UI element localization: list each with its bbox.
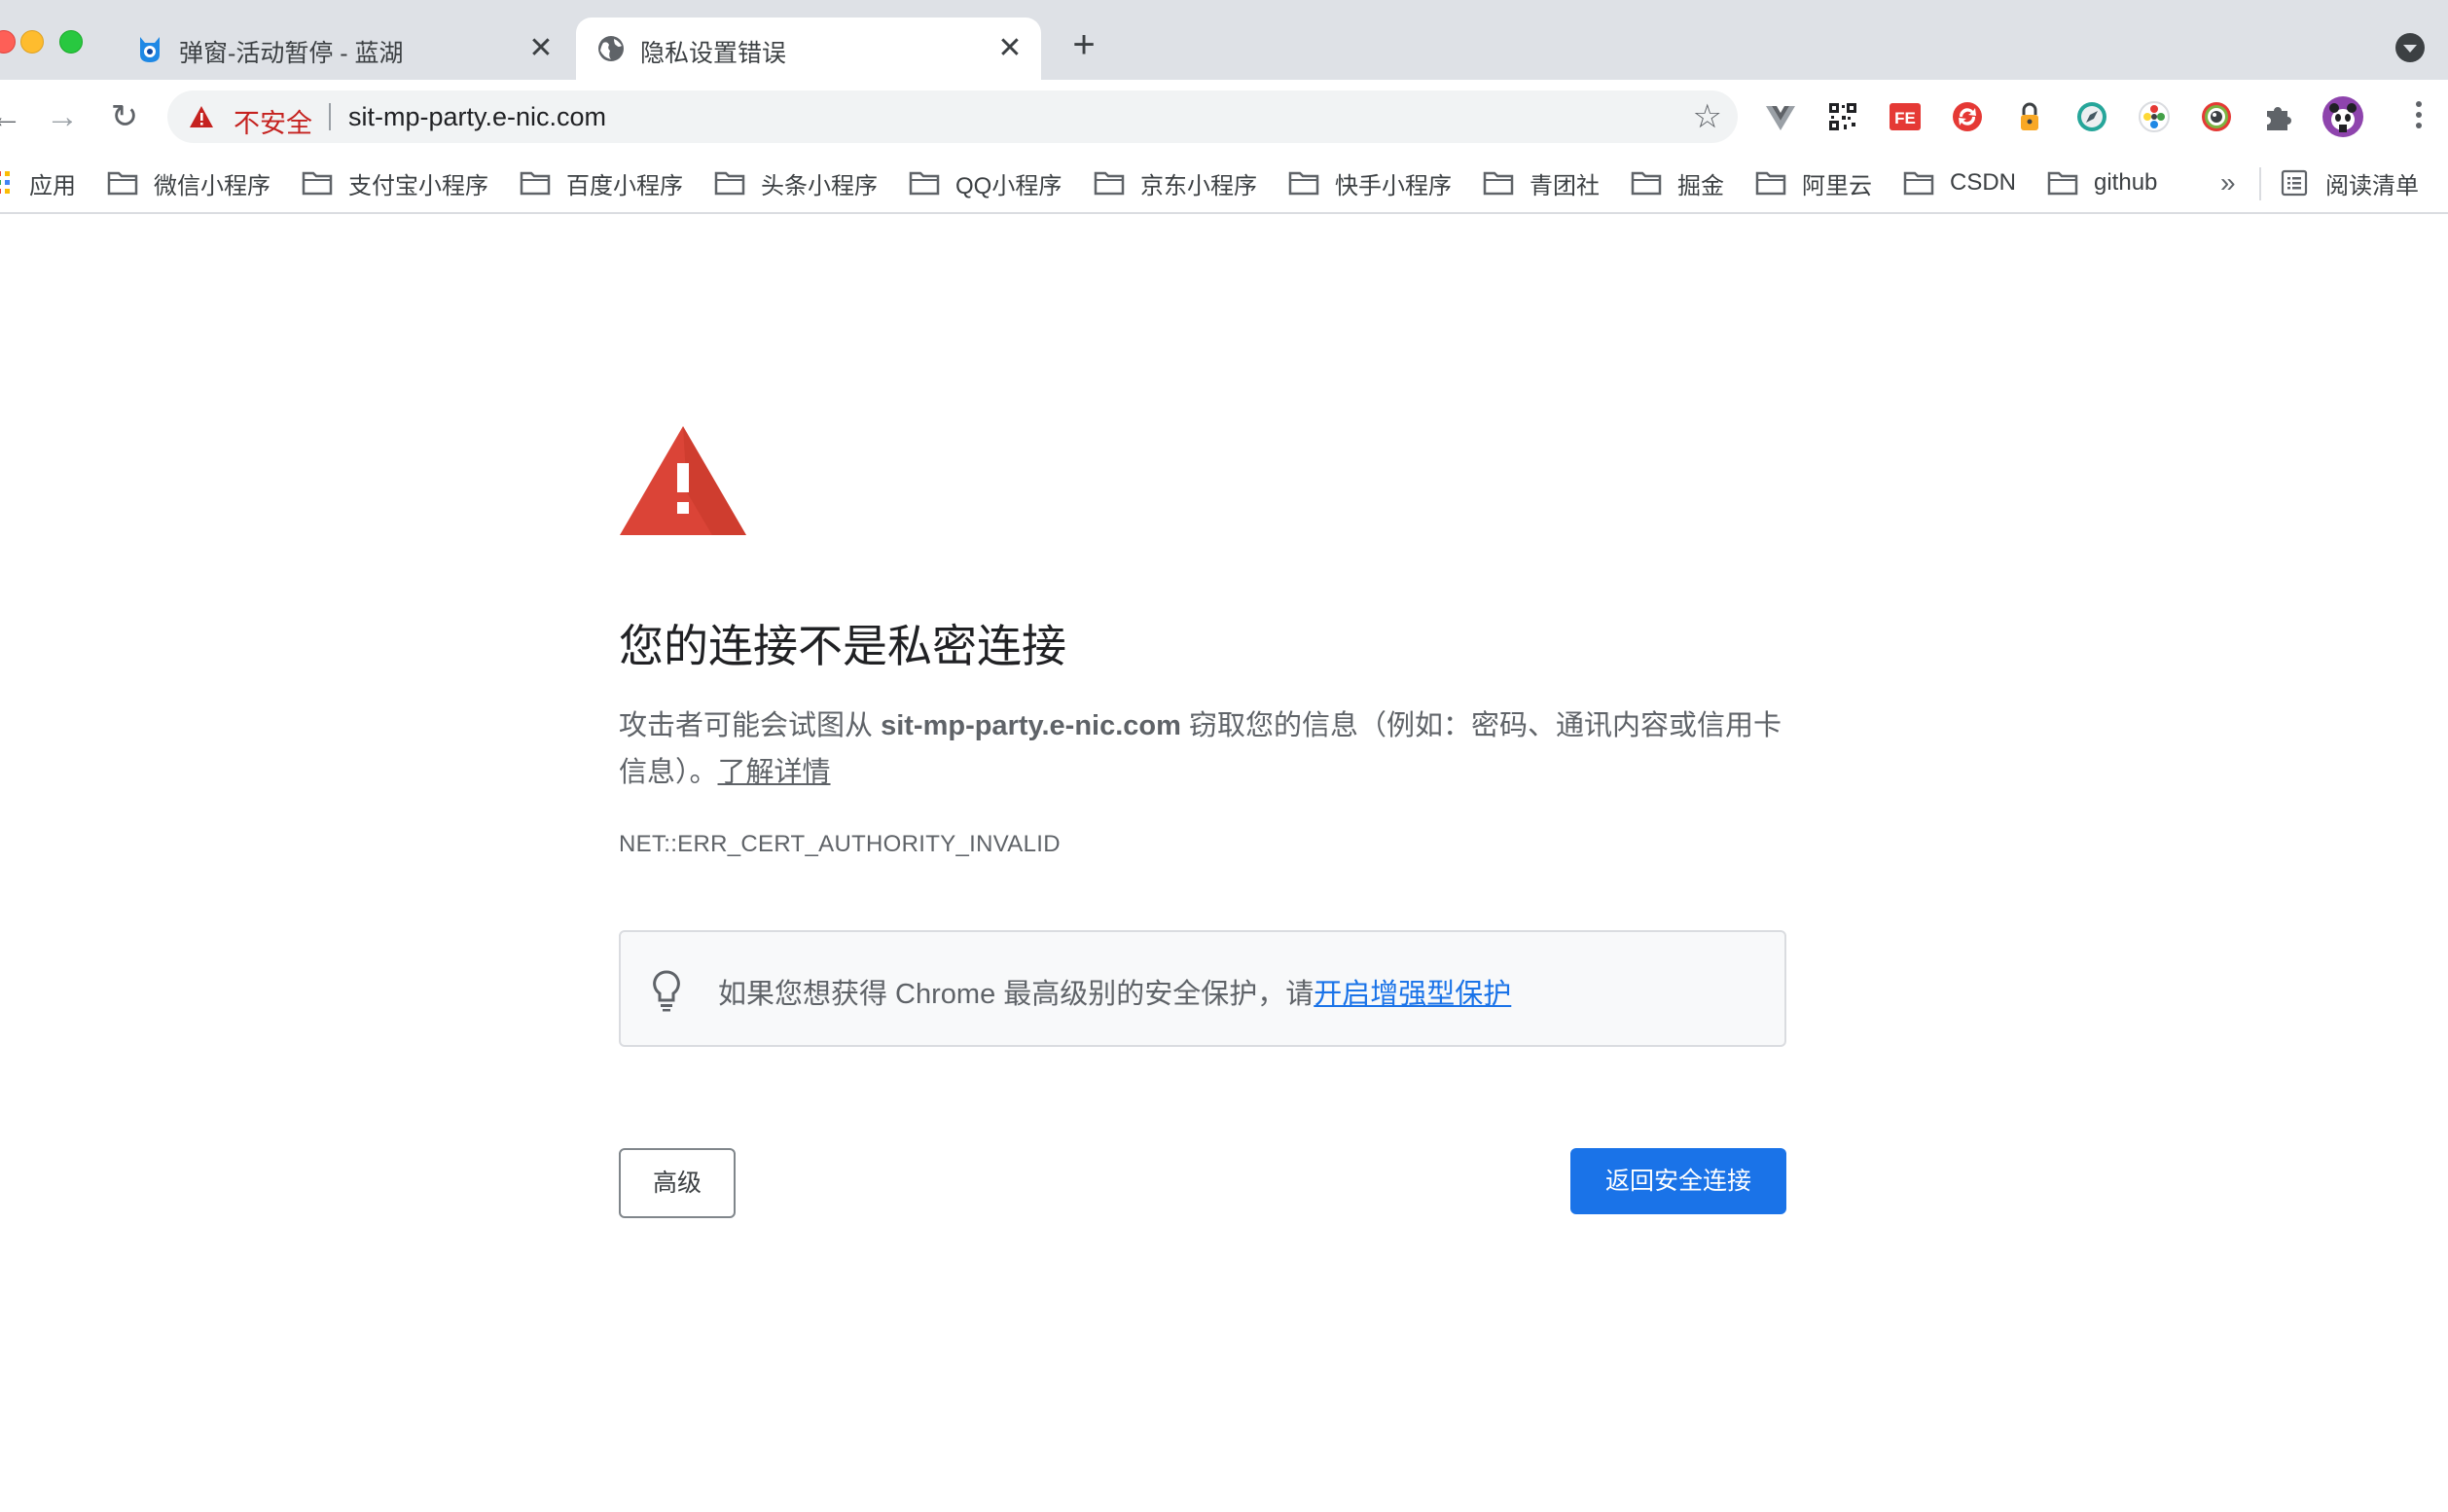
bookmark-folder[interactable]: 京东小程序 — [1094, 163, 1257, 202]
enable-enhanced-protection-link[interactable]: 开启增强型保护 — [1314, 979, 1511, 1010]
bookmark-folder[interactable]: 青团社 — [1483, 163, 1600, 202]
window-close-button[interactable] — [0, 30, 16, 54]
bookmark-label: 支付宝小程序 — [348, 172, 488, 199]
bookmarks-overflow-button[interactable]: » — [2220, 167, 2236, 198]
toolbar: ← → ↻ 不安全 sit-mp-party.e-nic.com ☆ FE — [0, 80, 2448, 154]
bookmark-label: 应用 — [29, 172, 76, 199]
error-description: 攻击者可能会试图从 sit-mp-party.e-nic.com 窃取您的信息（… — [619, 702, 1786, 796]
puzzle-icon[interactable] — [2261, 99, 2296, 134]
vue-devtools-icon[interactable] — [1763, 99, 1798, 134]
url-text[interactable]: sit-mp-party.e-nic.com — [348, 102, 606, 132]
folder-icon — [1483, 171, 1514, 196]
bookmark-label: CSDN — [1950, 169, 2017, 196]
tab-privacy-error[interactable]: 隐私设置错误 ✕ — [576, 18, 1041, 80]
window-minimize-button[interactable] — [20, 30, 44, 54]
new-tab-button[interactable]: + — [1064, 25, 1103, 64]
camera-icon[interactable] — [2199, 99, 2234, 134]
description-text: 攻击者可能会试图从 — [619, 710, 882, 741]
tab-title: 弹窗-活动暂停 - 蓝湖 — [179, 40, 404, 67]
back-to-safety-button[interactable]: 返回安全连接 — [1570, 1148, 1786, 1214]
bookmark-label: 青团社 — [1530, 172, 1600, 199]
bookmark-folder[interactable]: 阿里云 — [1755, 163, 1872, 202]
tab-close-button[interactable]: ✕ — [992, 31, 1027, 66]
reading-list-label: 阅读清单 — [2325, 172, 2419, 199]
bookmark-label: 掘金 — [1677, 172, 1724, 199]
bookmark-label: QQ小程序 — [955, 172, 1062, 199]
bookmark-label: github — [2094, 169, 2158, 196]
back-button[interactable]: ← — [0, 95, 27, 138]
more-menu-icon[interactable] — [2411, 97, 2427, 136]
tab-title: 隐私设置错误 — [640, 40, 787, 67]
avatar[interactable] — [2322, 95, 2364, 138]
sync-icon[interactable] — [1950, 99, 1985, 134]
tab-strip: 弹窗-活动暂停 - 蓝湖 ✕ 隐私设置错误 ✕ + — [0, 0, 2448, 80]
color-picker-icon[interactable] — [2137, 99, 2172, 134]
bookmark-folder[interactable]: github — [2047, 163, 2157, 202]
folder-icon — [1094, 171, 1125, 196]
learn-more-link[interactable]: 了解详情 — [718, 757, 831, 788]
folder-icon — [302, 171, 333, 196]
reading-list-icon — [2281, 169, 2308, 197]
enhanced-protection-text: 如果您想获得 Chrome 最高级别的安全保护，请开启增强型保护 — [718, 971, 1511, 1012]
bookmark-label: 京东小程序 — [1140, 172, 1257, 199]
hostname: sit-mp-party.e-nic.com — [881, 710, 1181, 741]
window-zoom-button[interactable] — [59, 30, 83, 54]
qr-code-icon[interactable] — [1825, 99, 1860, 134]
enhanced-protection-banner: 如果您想获得 Chrome 最高级别的安全保护，请开启增强型保护 — [619, 930, 1786, 1047]
bookmark-folder[interactable]: 头条小程序 — [714, 163, 878, 202]
tab-lanhu[interactable]: 弹窗-活动暂停 - 蓝湖 ✕ — [115, 18, 572, 80]
security-status[interactable]: 不安全 — [234, 102, 312, 140]
folder-icon — [909, 171, 940, 196]
folder-icon — [1288, 171, 1319, 196]
folder-icon — [1903, 171, 1934, 196]
folder-icon — [107, 171, 138, 196]
bookmark-folder[interactable]: CSDN — [1903, 163, 2016, 202]
lanhu-icon — [140, 37, 160, 62]
bookmark-label: 百度小程序 — [566, 172, 683, 199]
forward-button[interactable]: → — [41, 95, 84, 138]
bookmark-label: 阿里云 — [1802, 172, 1872, 199]
bookmark-folder[interactable]: 支付宝小程序 — [302, 163, 488, 202]
folder-icon — [714, 171, 745, 196]
fe-helper-icon[interactable]: FE — [1888, 99, 1923, 134]
enhanced-protection-message: 如果您想获得 Chrome 最高级别的安全保护，请 — [718, 979, 1314, 1010]
svg-text:FE: FE — [1894, 109, 1916, 127]
apps-grid-icon — [0, 171, 12, 195]
bookmarks-bar: 应用 微信小程序 支付宝小程序 百度小程序 头条小程序 QQ小程序 京东小程序 … — [0, 154, 2448, 214]
lock-icon[interactable] — [2012, 99, 2047, 134]
globe-icon — [598, 36, 624, 61]
bookmarks-divider — [2259, 167, 2261, 200]
reading-list-button[interactable]: 阅读清单 — [2281, 163, 2419, 202]
reload-button[interactable]: ↻ — [103, 95, 146, 138]
danger-triangle-icon — [620, 426, 746, 535]
folder-icon — [1755, 171, 1786, 196]
tab-search-button[interactable] — [2395, 33, 2425, 62]
warning-icon[interactable] — [189, 105, 214, 128]
address-bar[interactable]: 不安全 sit-mp-party.e-nic.com ☆ — [167, 90, 1738, 143]
bookmark-apps[interactable]: 应用 — [0, 163, 76, 202]
bookmark-label: 头条小程序 — [761, 172, 878, 199]
tab-close-button[interactable]: ✕ — [523, 31, 558, 66]
bookmark-star-icon[interactable]: ☆ — [1693, 98, 1722, 135]
bookmark-folder[interactable]: 微信小程序 — [107, 163, 270, 202]
folder-icon — [2047, 171, 2078, 196]
advanced-button[interactable]: 高级 — [619, 1148, 736, 1218]
bookmark-folder[interactable]: 掘金 — [1631, 163, 1724, 202]
folder-icon — [1631, 171, 1662, 196]
bookmark-folder[interactable]: 快手小程序 — [1288, 163, 1452, 202]
compass-icon[interactable] — [2074, 99, 2109, 134]
error-code[interactable]: NET::ERR_CERT_AUTHORITY_INVALID — [619, 831, 1061, 858]
omnibox-divider — [329, 103, 331, 130]
bookmark-folder[interactable]: QQ小程序 — [909, 163, 1062, 202]
lightbulb-icon — [653, 970, 680, 1012]
folder-icon — [520, 171, 551, 196]
bookmark-label: 快手小程序 — [1335, 172, 1452, 199]
page-title: 您的连接不是私密连接 — [619, 621, 1066, 671]
bookmark-label: 微信小程序 — [154, 172, 270, 199]
bookmark-folder[interactable]: 百度小程序 — [520, 163, 683, 202]
